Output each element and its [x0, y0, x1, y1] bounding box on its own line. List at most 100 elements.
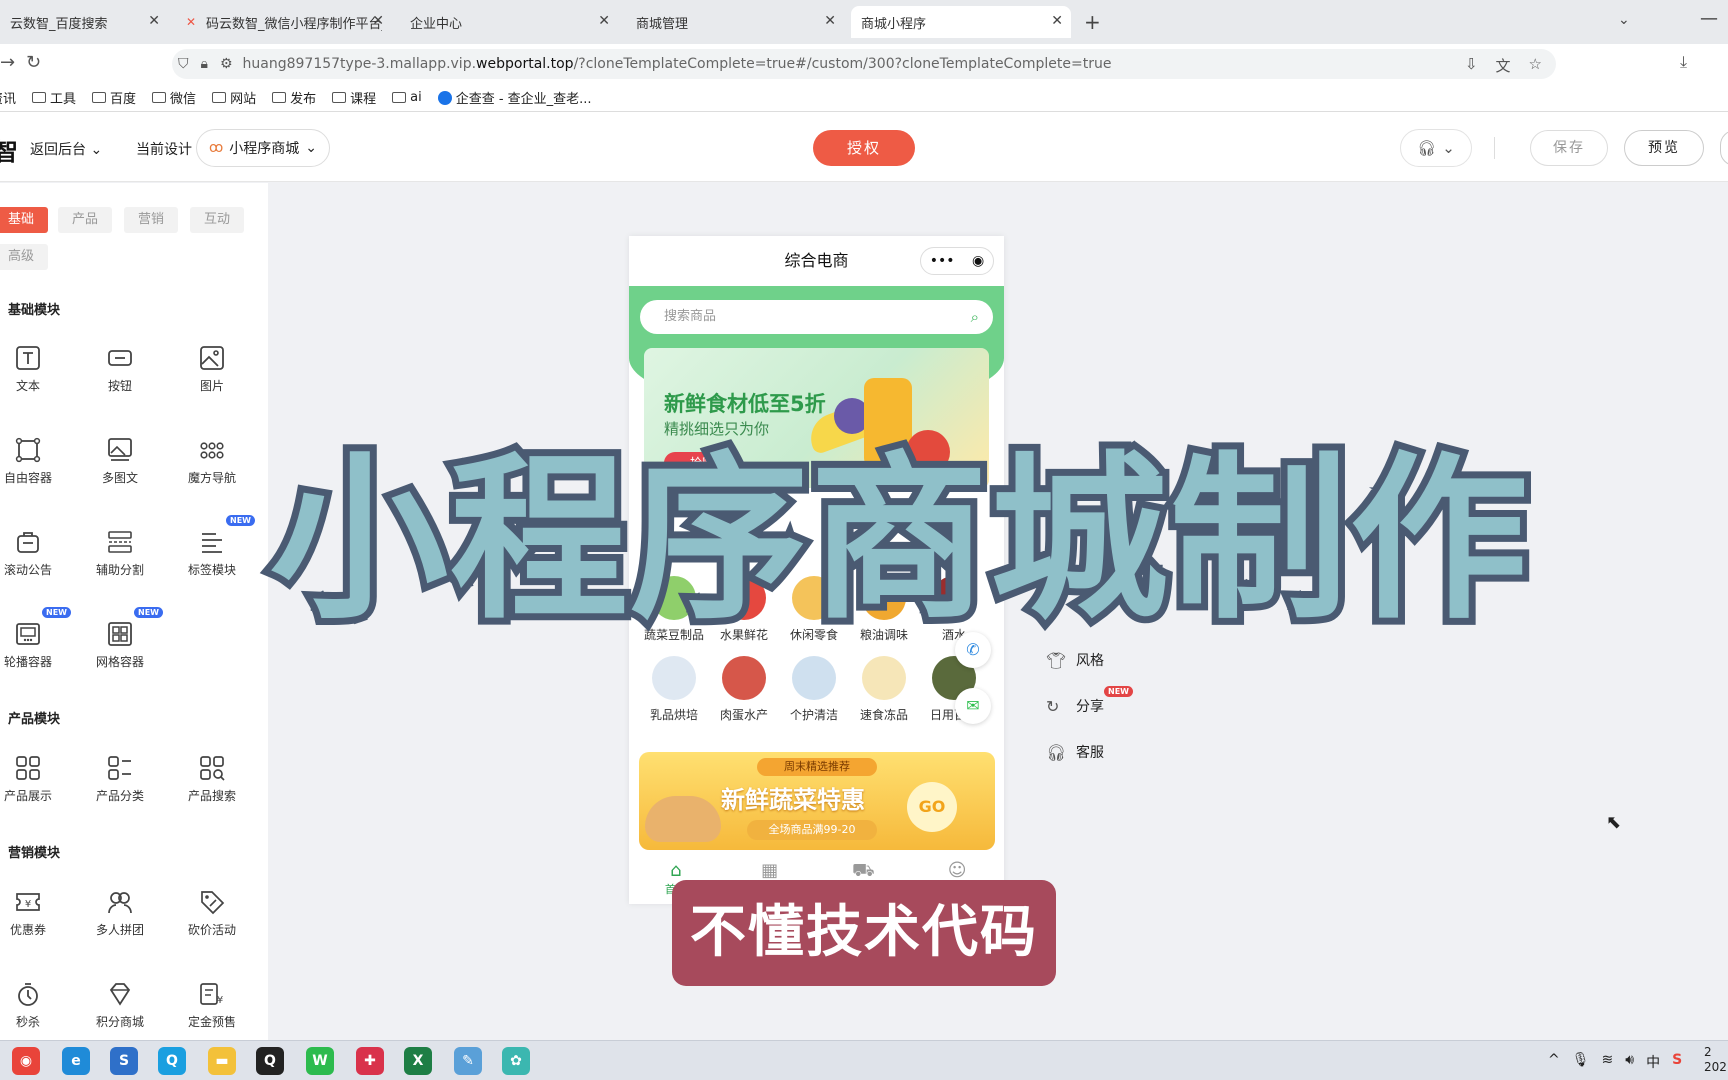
input-language[interactable]: 中: [1646, 1052, 1660, 1072]
component-flash-sale[interactable]: 秒杀: [0, 981, 68, 1030]
component-deposit-presale[interactable]: ¥ 定金预售: [172, 981, 252, 1030]
component-tag-module[interactable]: 标签模块: [172, 529, 252, 578]
component-bargain[interactable]: 砍价活动: [172, 889, 252, 938]
back-to-admin-button[interactable]: 返回后台 ⌄: [30, 139, 102, 159]
tab-baidu-search[interactable]: 云数智_百度搜索 ✕: [0, 6, 168, 38]
bookmark-folder-websites[interactable]: 网站: [212, 88, 256, 107]
system-clock[interactable]: 2 202: [1704, 1045, 1727, 1075]
publish-button[interactable]: [1720, 130, 1728, 166]
sogou-ime-icon[interactable]: S: [1672, 1052, 1682, 1072]
component-coupon[interactable]: ¥ 优惠券: [0, 889, 68, 938]
miniprogram-capsule[interactable]: ••• ◉: [920, 247, 994, 275]
close-icon[interactable]: ✕: [1051, 13, 1063, 29]
tab-basic[interactable]: 基础: [0, 207, 49, 233]
bookmark-folder-wechat[interactable]: 微信: [152, 88, 196, 107]
excel-icon[interactable]: X: [404, 1047, 432, 1075]
reload-icon[interactable]: ↻: [26, 52, 41, 73]
bookmark-qichacha[interactable]: 企查查 - 查企业_查老...: [437, 88, 592, 107]
bookmark-folder-baidu[interactable]: 百度: [92, 88, 136, 107]
component-image[interactable]: 图片: [172, 345, 252, 394]
settings-app-icon[interactable]: ✿: [502, 1047, 530, 1075]
lock-icon[interactable]: 🔒︎: [201, 56, 208, 72]
sogou-browser-icon[interactable]: S: [110, 1047, 138, 1075]
chevron-down-icon[interactable]: ⌄: [1618, 12, 1630, 28]
design-select[interactable]: ꝏ 小程序商城 ⌄: [196, 129, 330, 167]
minimize-icon[interactable]: —: [1700, 8, 1718, 29]
tab-mayun-platform[interactable]: ✕ 码云数智_微信小程序制作平台_ ✕: [176, 6, 392, 38]
forward-icon[interactable]: →: [0, 52, 15, 73]
save-button[interactable]: 保存: [1530, 130, 1608, 166]
download-icon[interactable]: ⤓: [1680, 52, 1687, 72]
close-icon[interactable]: ✕: [148, 13, 160, 29]
qq-icon[interactable]: Q: [256, 1047, 284, 1075]
overlay-title: 小程序商城制作: [263, 433, 1535, 647]
site-settings-icon[interactable]: ⚙: [220, 56, 233, 72]
url-text[interactable]: huang897157type-3.mallapp.vip.webportal.…: [243, 56, 1112, 72]
tab-mall-management[interactable]: 商城管理 ✕: [626, 6, 844, 38]
category-personal-care[interactable]: 个护清洁: [779, 656, 849, 723]
tab-enterprise-center[interactable]: 企业中心 ✕: [400, 6, 618, 38]
component-product-category[interactable]: 产品分类: [80, 755, 160, 804]
tab-mall-miniprogram[interactable]: 商城小程序 ✕: [851, 6, 1071, 38]
component-product-display[interactable]: 产品展示: [0, 755, 68, 804]
category-dairy[interactable]: 乳品烘培: [639, 656, 709, 723]
close-icon[interactable]: ✕: [824, 13, 836, 29]
category-meat-seafood[interactable]: 肉蛋水产: [709, 656, 779, 723]
component-free-container[interactable]: 自由容器: [0, 437, 68, 486]
tab-advanced[interactable]: 高级: [0, 244, 49, 270]
menu-item-style[interactable]: 👕︎ 风格: [1046, 650, 1104, 670]
bookmark-news[interactable]: 资讯: [0, 88, 16, 107]
browser-tab-bar: 云数智_百度搜索 ✕ ✕ 码云数智_微信小程序制作平台_ ✕ 企业中心 ✕ 商城…: [0, 0, 1728, 44]
menu-item-share[interactable]: ↻ 分享 NEW: [1046, 686, 1133, 716]
bookmark-folder-tools[interactable]: 工具: [32, 88, 76, 107]
component-text[interactable]: 文本: [0, 345, 68, 394]
close-target-icon[interactable]: ◉: [972, 247, 984, 275]
wechat-app-icon[interactable]: W: [306, 1047, 334, 1075]
component-multi-image-text[interactable]: 多图文: [80, 437, 160, 486]
authorize-button[interactable]: 授权: [813, 130, 915, 166]
component-points-mall[interactable]: 积分商城: [80, 981, 160, 1030]
new-tab-button[interactable]: +: [1084, 10, 1101, 34]
customer-support-dropdown[interactable]: 🎧︎ ⌄: [1400, 129, 1472, 167]
tab-marketing[interactable]: 营销: [124, 207, 179, 233]
notepad-icon[interactable]: ✎: [454, 1047, 482, 1075]
translate-icon[interactable]: 文: [1496, 55, 1511, 76]
tab-interaction[interactable]: 互动: [190, 207, 245, 233]
microphone-icon[interactable]: 🎙︎: [1572, 1052, 1590, 1072]
url-field[interactable]: ⛉ 🔒︎ ⚙ huang897157type-3.mallapp.vip.web…: [172, 49, 1556, 79]
volume-icon[interactable]: 🔊︎: [1625, 1052, 1634, 1072]
star-icon[interactable]: ☆: [1529, 55, 1542, 76]
wechat-icon[interactable]: ✉: [955, 688, 991, 724]
close-icon[interactable]: ✕: [598, 13, 610, 29]
edge-icon[interactable]: e: [62, 1047, 90, 1075]
shield-icon[interactable]: ⛉: [178, 56, 189, 72]
file-explorer-icon[interactable]: ▬: [208, 1047, 236, 1075]
bookmark-folder-ai[interactable]: ai: [392, 90, 422, 105]
install-app-icon[interactable]: ⇩: [1465, 55, 1478, 76]
component-grid-container[interactable]: 网格容器: [80, 621, 160, 670]
promo-banner[interactable]: 周末精选推荐 新鲜蔬菜特惠 全场商品满99-20 GO: [639, 752, 995, 850]
chrome-icon[interactable]: ◉: [12, 1047, 40, 1075]
search-app-icon[interactable]: Q: [158, 1047, 186, 1075]
component-button[interactable]: 按钮: [80, 345, 160, 394]
category-frozen[interactable]: 速食冻品: [849, 656, 919, 723]
chevron-up-icon[interactable]: ^: [1548, 1052, 1560, 1072]
component-group-buy[interactable]: 多人拼团: [80, 889, 160, 938]
close-icon[interactable]: ✕: [372, 13, 384, 29]
component-divider[interactable]: 辅助分割: [80, 529, 160, 578]
more-icon[interactable]: •••: [930, 247, 955, 275]
capture-app-icon[interactable]: ✚: [356, 1047, 384, 1075]
component-carousel-container[interactable]: 轮播容器: [0, 621, 68, 670]
component-scroll-notice[interactable]: 滚动公告: [0, 529, 68, 578]
bookmark-folder-publish[interactable]: 发布: [272, 88, 316, 107]
component-magic-nav[interactable]: 魔方导航: [172, 437, 252, 486]
menu-item-customer-service[interactable]: 🎧︎ 客服: [1046, 742, 1104, 762]
preview-button[interactable]: 预览: [1624, 130, 1704, 166]
component-product-search[interactable]: 产品搜索: [172, 755, 252, 804]
promo-go-button[interactable]: GO: [907, 782, 957, 832]
bookmark-folder-courses[interactable]: 课程: [332, 88, 376, 107]
product-search-input[interactable]: 搜索商品 ⌕: [640, 300, 993, 334]
search-icon[interactable]: ⌕: [971, 300, 979, 334]
wifi-icon[interactable]: ≋: [1602, 1052, 1614, 1072]
tab-product[interactable]: 产品: [58, 207, 113, 233]
